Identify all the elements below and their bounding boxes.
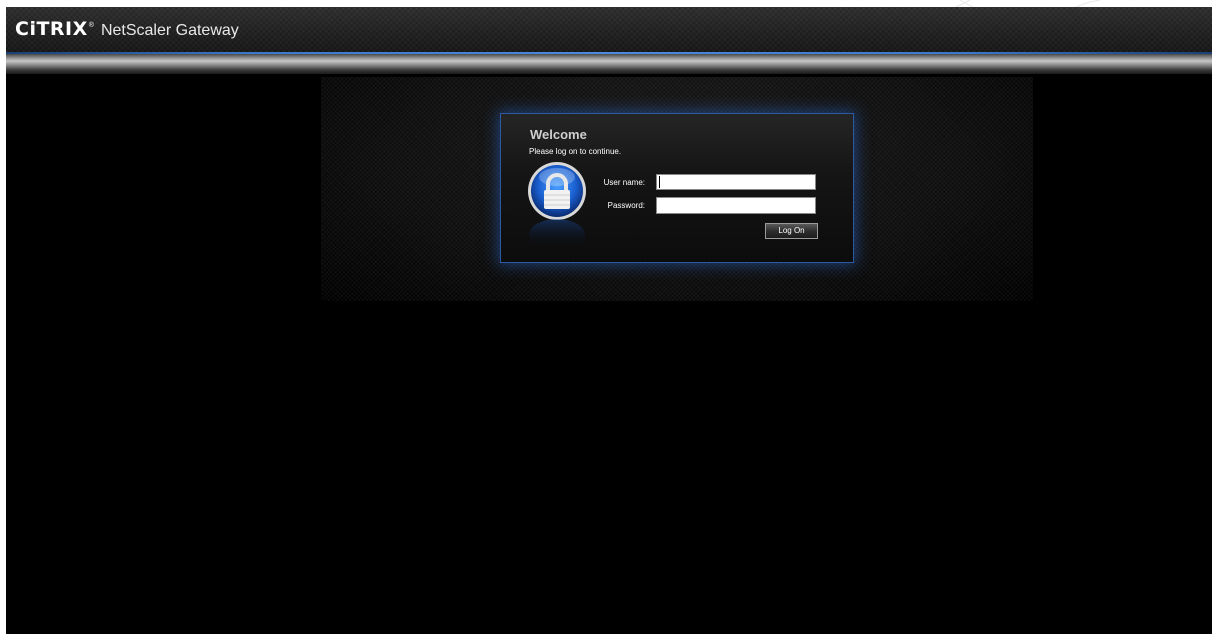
header-bar: CiTRIX ® NetScaler Gateway xyxy=(6,7,1212,52)
username-input[interactable] xyxy=(656,174,816,190)
log-on-button[interactable]: Log On xyxy=(765,223,818,239)
password-input[interactable] xyxy=(656,197,816,214)
username-label: User name: xyxy=(603,178,645,187)
text-cursor xyxy=(659,176,660,188)
logo-mark: CiTRIX xyxy=(15,18,88,40)
gateway-window: CiTRIX ® NetScaler Gateway Welcome Pleas… xyxy=(6,7,1212,634)
welcome-title: Welcome xyxy=(530,127,587,142)
logo-registered-mark: ® xyxy=(88,22,94,29)
product-name: NetScaler Gateway xyxy=(100,22,239,39)
password-label: Password: xyxy=(607,201,645,210)
lock-icon xyxy=(527,161,587,253)
chrome-bar xyxy=(6,54,1212,74)
login-panel: Welcome Please log on to continue. User … xyxy=(500,113,854,263)
citrix-logo: CiTRIX ® NetScaler Gateway xyxy=(15,18,239,40)
welcome-subtitle: Please log on to continue. xyxy=(529,147,622,156)
